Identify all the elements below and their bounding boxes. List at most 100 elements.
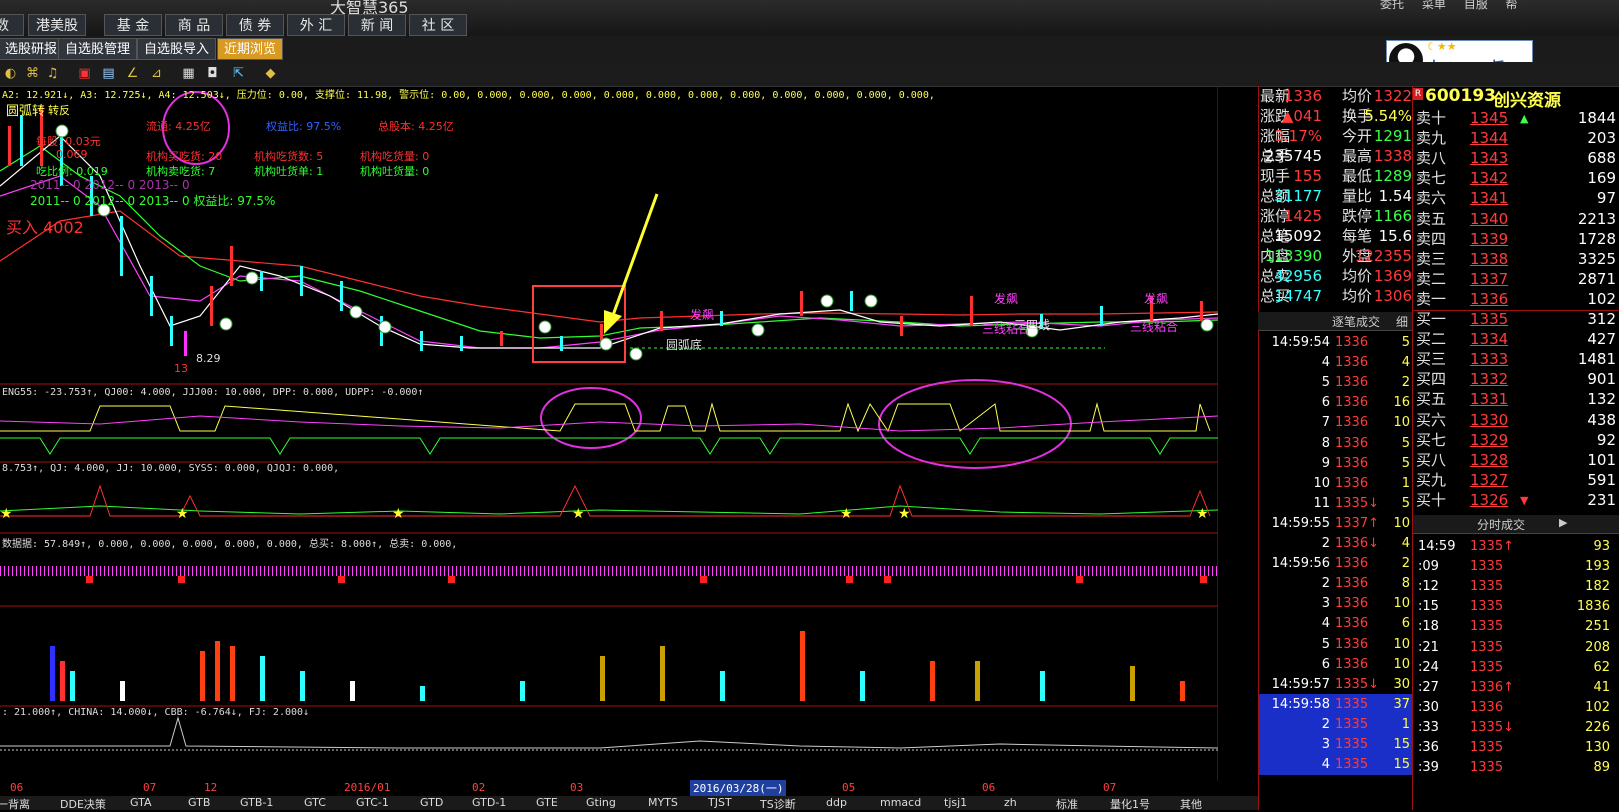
tick-detail-button[interactable]: 细 (1396, 313, 1408, 330)
minute-tick-row[interactable]: :36 1335 130 (1416, 737, 1616, 758)
alert-icon[interactable]: ◐ (2, 65, 19, 82)
tick-row[interactable]: 8 1336 5 (1259, 433, 1412, 454)
tick-time: 14:59:57 (1271, 676, 1330, 692)
minute-tick-row[interactable]: :33 1335↓ 226 (1416, 717, 1616, 738)
menu-item-0[interactable]: 数 (0, 14, 24, 36)
help-link[interactable]: 帮 (1506, 0, 1518, 11)
tick-row[interactable]: 5 1336 2 (1259, 372, 1412, 393)
tick-row[interactable]: 3 1335 15 (1259, 734, 1412, 755)
tick-row[interactable]: 7 1336 10 (1259, 412, 1412, 433)
order-book-row[interactable]: 卖二 1337 2871 (1416, 269, 1616, 290)
minute-tick-row[interactable]: :21 1335 208 (1416, 637, 1616, 658)
export-icon[interactable]: ⇱ (230, 65, 247, 82)
minute-tick-row[interactable]: :09 1335 193 (1416, 556, 1616, 577)
order-book-row[interactable]: 买四 1332 901 (1416, 369, 1616, 390)
order-book-row[interactable]: 卖十 1345 ▲ 1844 (1416, 108, 1616, 129)
draw-line-icon[interactable]: ∠ (124, 65, 141, 82)
tick-row[interactable]: 11 1335↓ 5 (1259, 493, 1412, 514)
tick-row[interactable]: 14:59:57 1335↓ 30 (1259, 674, 1412, 695)
calendar-icon[interactable]: ▦ (180, 65, 197, 82)
tick-row[interactable]: 2 1335 1 (1259, 713, 1412, 735)
tick-row[interactable]: 6 1336 16 (1259, 392, 1412, 413)
order-book-row[interactable]: 卖五 1340 2213 (1416, 209, 1616, 230)
tab-mmacd[interactable]: mmacd (880, 796, 921, 809)
tab-tjst[interactable]: TJST (708, 796, 732, 809)
minute-tick-row[interactable]: 14:59 1335↑ 93 (1416, 536, 1616, 557)
menu-link[interactable]: 菜单 (1422, 0, 1446, 11)
order-book-row[interactable]: 卖七 1342 169 (1416, 168, 1616, 189)
monitor-icon[interactable]: ◘ (204, 65, 221, 82)
menu-item-hk-us[interactable]: 港美股 (28, 14, 86, 36)
menu-item-news[interactable]: 新 闻 (348, 14, 406, 36)
tab-gte[interactable]: GTE (536, 796, 558, 809)
minute-tick-row[interactable]: :27 1336↑ 41 (1416, 677, 1616, 698)
minute-tick-row[interactable]: :15 1335 1836 (1416, 596, 1616, 617)
tab-gtb[interactable]: GTB (188, 796, 210, 809)
order-book-row[interactable]: 卖三 1338 3325 (1416, 249, 1616, 270)
tick-row[interactable]: 9 1336 5 (1259, 453, 1412, 474)
minute-tick-row[interactable]: :39 1335 89 (1416, 757, 1616, 778)
tick-row[interactable]: 2 1336↓ 4 (1259, 533, 1412, 554)
menu-item-bond[interactable]: 债 券 (226, 14, 284, 36)
order-book-row[interactable]: 买九 1327 591 (1416, 470, 1616, 491)
sub-tab-recent[interactable]: 近期浏览 (217, 38, 284, 60)
draw-tool-icon[interactable]: ⊿ (148, 65, 165, 82)
tab-gta[interactable]: GTA (130, 796, 152, 809)
sub-tab-research[interactable]: 选股研报 (0, 38, 65, 60)
menu-item-fund[interactable]: 基 金 (104, 14, 162, 36)
order-book-row[interactable]: 卖八 1343 688 (1416, 148, 1616, 169)
tick-row[interactable]: 4 1335 15 (1259, 754, 1412, 776)
help-icon[interactable]: ◆ (262, 65, 279, 82)
order-book-row[interactable]: 卖四 1339 1728 (1416, 229, 1616, 250)
order-book-row[interactable]: 买六 1330 438 (1416, 410, 1616, 431)
tick-row[interactable]: 6 1336 10 (1259, 654, 1412, 675)
order-book-row[interactable]: 买二 1334 427 (1416, 329, 1616, 350)
order-book-row[interactable]: 买五 1331 132 (1416, 389, 1616, 410)
tick-row[interactable]: 10 1336 1 (1259, 473, 1412, 494)
tick-row[interactable]: 5 1336 10 (1259, 634, 1412, 655)
order-book-row[interactable]: 买七 1329 92 (1416, 430, 1616, 451)
sub-tab-watchlist-import[interactable]: 自选股导入 (137, 38, 217, 60)
sub-tab-watchlist-manage[interactable]: 自选股管理 (58, 38, 138, 60)
tick-row[interactable]: 4 1336 4 (1259, 352, 1412, 373)
tab-gting[interactable]: Gting (586, 796, 616, 809)
window-icon[interactable]: ▤ (100, 65, 117, 82)
trade-link[interactable]: 委托 (1380, 0, 1404, 11)
tick-row[interactable]: 4 1336 6 (1259, 613, 1412, 634)
kline-chart-area[interactable]: ★ ★ ★ ★ ★ ★ ★ A2: 12.921↓, A3: 12.725↓, … (0, 86, 1258, 796)
order-book-row[interactable]: 买十 1326 ▼ 231 (1416, 490, 1616, 511)
order-book-row[interactable]: 买一 1335 312 (1416, 309, 1616, 330)
tick-row[interactable]: 14:59:58 1335 37 (1259, 693, 1412, 715)
minute-list-expand-icon[interactable]: ▶ (1559, 516, 1567, 529)
order-book-row[interactable]: 卖一 1336 102 (1416, 289, 1616, 310)
menu-item-forex[interactable]: 外 汇 (287, 14, 345, 36)
tab-ddp[interactable]: ddp (826, 796, 847, 809)
minute-tick-row[interactable]: :24 1335 62 (1416, 657, 1616, 678)
order-book-row[interactable]: 卖九 1344 203 (1416, 128, 1616, 149)
menu-item-commodity[interactable]: 商 品 (165, 14, 223, 36)
tick-row[interactable]: 14:59:55 1337↑ 10 (1259, 513, 1412, 534)
minute-tick-row[interactable]: :12 1335 182 (1416, 576, 1616, 597)
tab-gtb-1[interactable]: GTB-1 (240, 796, 273, 809)
tick-row[interactable]: 14:59:56 1336 2 (1259, 553, 1412, 574)
tab-myts[interactable]: MYTS (648, 796, 678, 809)
order-book-row[interactable]: 买三 1333 1481 (1416, 349, 1616, 370)
chart-icon[interactable]: ▣ (76, 65, 93, 82)
tab-gtd[interactable]: GTD (420, 796, 443, 809)
menu-item-community[interactable]: 社 区 (409, 14, 467, 36)
order-book-row[interactable]: 卖六 1341 97 (1416, 188, 1616, 209)
tab-zh[interactable]: zh (1004, 796, 1017, 809)
tab-gtd-1[interactable]: GTD-1 (472, 796, 506, 809)
tick-row[interactable]: 14:59:54 1336 5 (1259, 332, 1412, 353)
binoculars-icon[interactable]: ⌘ (24, 65, 41, 82)
minute-tick-row[interactable]: :30 1336 102 (1416, 697, 1616, 718)
tick-row[interactable]: 2 1336 8 (1259, 573, 1412, 594)
bell-icon[interactable]: ♫ (44, 65, 61, 82)
tab-gtc[interactable]: GTC (304, 796, 326, 809)
minute-tick-row[interactable]: :18 1335 251 (1416, 616, 1616, 637)
tick-row[interactable]: 3 1336 10 (1259, 593, 1412, 614)
self-service-link[interactable]: 自服 (1464, 0, 1488, 11)
order-book-row[interactable]: 买八 1328 101 (1416, 450, 1616, 471)
tab-gtc-1[interactable]: GTC-1 (356, 796, 389, 809)
tab-tjsj1[interactable]: tjsj1 (944, 796, 967, 809)
